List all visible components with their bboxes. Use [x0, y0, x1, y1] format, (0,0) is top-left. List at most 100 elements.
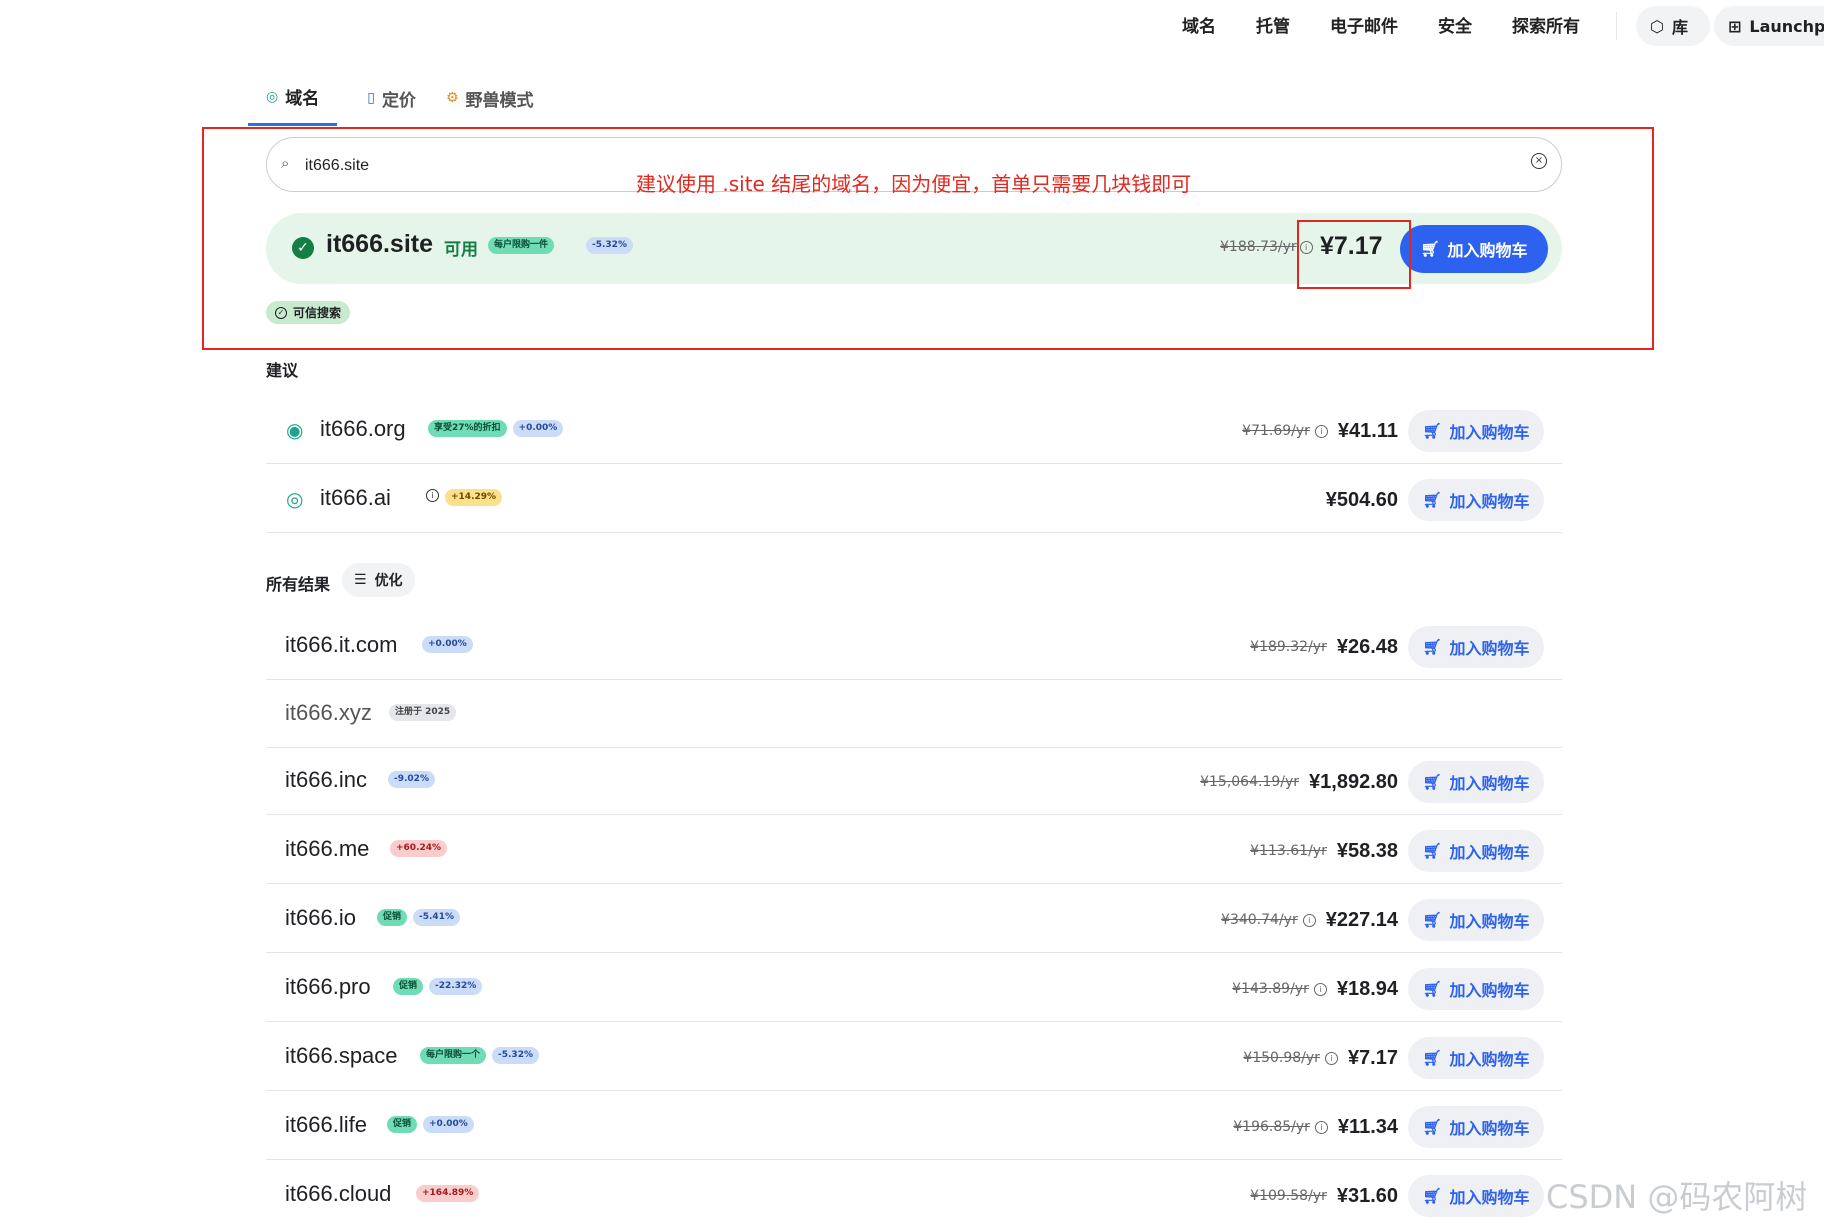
add-to-cart-button[interactable]: 🛒︎ 加入购物车	[1408, 830, 1544, 872]
cart-icon: 🛒︎	[1422, 1049, 1442, 1067]
list-item[interactable]: ◎ it666.ai i +14.29% ¥504.60 🛒︎ 加入购物车	[266, 465, 1562, 533]
list-item[interactable]: it666.life 促销 +0.00% ¥196.85/yr i ¥11.34 …	[266, 1092, 1562, 1160]
domain-name: it666.pro	[285, 974, 371, 999]
search-tabs: ◎ 域名 ▯ 定价 ⚙ 野兽模式	[248, 84, 534, 126]
add-to-cart-button[interactable]: 🛒︎ 加入购物车	[1408, 1106, 1544, 1148]
list-item[interactable]: it666.space 每户限购一个 -5.32% ¥150.98/yr i ¥7…	[266, 1023, 1562, 1091]
list-item[interactable]: it666.pro 促销 -22.32% ¥143.89/yr i ¥18.94 …	[266, 954, 1562, 1022]
price-group: ¥109.58/yr ¥31.60 🛒︎ 加入购物车	[1250, 1175, 1544, 1217]
info-icon[interactable]: i	[1313, 983, 1327, 996]
cart-icon: 🛒︎	[1422, 1187, 1442, 1205]
list-item[interactable]: ◉ it666.org 享受27%的折扣 +0.00% ¥71.69/yr i ¥…	[266, 396, 1562, 464]
badge-group: 注册于 2025	[389, 704, 457, 721]
cart-icon: 🛒︎	[1422, 1118, 1442, 1136]
change-badge: +0.00%	[423, 1116, 474, 1133]
badge-group: +60.24%	[390, 840, 448, 857]
list-item[interactable]: it666.xyz 注册于 2025	[266, 680, 1562, 748]
tab-domains[interactable]: ◎ 域名	[248, 84, 338, 126]
list-item[interactable]: it666.inc -9.02% ¥15,064.19/yr ¥1,892.80…	[266, 747, 1562, 815]
change-badge: +164.89%	[416, 1185, 480, 1202]
limit-badge: 每户限购一个	[420, 1047, 487, 1064]
cart-icon: 🛒︎	[1422, 980, 1442, 998]
nav-links: 域名 托管 电子邮件 安全 探索所有	[1182, 12, 1580, 37]
add-to-cart-button[interactable]: 🛒︎ 加入购物车	[1408, 968, 1544, 1010]
promo-badge: 促销	[387, 1116, 418, 1133]
add-to-cart-label: 加入购物车	[1449, 843, 1530, 862]
info-icon[interactable]: i	[1324, 1052, 1338, 1065]
info-icon[interactable]: i	[1302, 914, 1316, 927]
badge-group: 每户限购一个 -5.32%	[420, 1047, 539, 1064]
badge-group: -9.02%	[388, 771, 435, 788]
price: ¥41.11	[1337, 419, 1398, 442]
info-icon[interactable]: i	[426, 489, 439, 502]
launchpad-button[interactable]: ⊞ Launchpa	[1714, 6, 1824, 46]
add-to-cart-button[interactable]: 🛒︎ 加入购物车	[1408, 1175, 1544, 1217]
nav-link-email[interactable]: 电子邮件	[1330, 12, 1398, 37]
add-to-cart-button[interactable]: 🛒︎ 加入购物车	[1408, 761, 1544, 803]
nav-link-hosting[interactable]: 托管	[1256, 12, 1290, 37]
badge-group: 促销 +0.00%	[387, 1116, 474, 1133]
info-icon[interactable]: i	[1314, 425, 1328, 438]
price: ¥26.48	[1336, 635, 1398, 658]
domain-icon: ◎	[286, 487, 304, 511]
add-to-cart-button[interactable]: 🛒︎ 加入购物车	[1408, 479, 1544, 521]
discount-badge: 享受27%的折扣	[428, 420, 507, 437]
price-group: ¥143.89/yr i ¥18.94 🛒︎ 加入购物车	[1232, 968, 1544, 1010]
nav-link-domains[interactable]: 域名	[1182, 12, 1216, 37]
price: ¥18.94	[1336, 977, 1398, 1000]
tab-label: 定价	[381, 90, 416, 111]
library-button[interactable]: ⬡ 库	[1636, 6, 1710, 46]
domain-name: it666.org	[320, 416, 406, 441]
info-icon[interactable]: i	[1314, 1121, 1328, 1134]
badge-group: i +14.29%	[416, 489, 503, 506]
price-group: ¥504.60 🛒︎ 加入购物车	[1326, 479, 1544, 521]
badge-group: +0.00%	[422, 636, 473, 653]
change-badge: -9.02%	[388, 771, 435, 788]
list-item[interactable]: it666.it.com +0.00% ¥189.32/yr ¥26.48 🛒︎…	[266, 612, 1562, 680]
original-price: ¥143.89/yr i	[1232, 981, 1327, 997]
add-to-cart-label: 加入购物车	[1449, 639, 1530, 658]
original-price: ¥189.32/yr	[1250, 639, 1327, 655]
refine-label: 优化	[374, 573, 403, 589]
add-to-cart-button[interactable]: 🛒︎ 加入购物车	[1408, 626, 1544, 668]
domain-name: it666.cloud	[285, 1181, 392, 1206]
cart-icon: 🛒︎	[1422, 422, 1442, 440]
add-to-cart-button[interactable]: 🛒︎ 加入购物车	[1408, 1037, 1544, 1079]
domain-name: it666.xyz	[285, 700, 372, 725]
price-group: ¥340.74/yr i ¥227.14 🛒︎ 加入购物车	[1221, 899, 1544, 941]
price: ¥504.60	[1325, 488, 1398, 511]
change-badge: -22.32%	[429, 978, 483, 995]
nav-link-security[interactable]: 安全	[1438, 12, 1472, 37]
domain-name: it666.it.com	[285, 632, 398, 657]
library-label: 库	[1671, 18, 1688, 37]
change-badge: +0.00%	[422, 636, 473, 653]
original-price: ¥15,064.19/yr	[1200, 774, 1300, 790]
add-to-cart-button[interactable]: 🛒︎ 加入购物车	[1408, 410, 1544, 452]
sliders-icon: ☰	[354, 572, 367, 588]
tab-label: 域名	[285, 89, 320, 109]
tab-pricing[interactable]: ▯ 定价	[367, 84, 416, 126]
nav-link-explore[interactable]: 探索所有	[1512, 12, 1580, 37]
list-item[interactable]: it666.me +60.24% ¥113.61/yr ¥58.38 🛒︎ 加入购…	[266, 816, 1562, 884]
add-to-cart-label: 加入购物车	[1449, 1050, 1530, 1069]
change-badge: -5.41%	[413, 909, 460, 926]
nav-divider	[1616, 12, 1617, 40]
domain-icon: ◎	[266, 88, 279, 105]
list-item[interactable]: it666.io 促销 -5.41% ¥340.74/yr i ¥227.14 🛒…	[266, 885, 1562, 953]
price-group: ¥189.32/yr ¥26.48 🛒︎ 加入购物车	[1250, 626, 1544, 668]
tab-beast-mode[interactable]: ⚙ 野兽模式	[446, 84, 534, 126]
price-group: ¥150.98/yr i ¥7.17 🛒︎ 加入购物车	[1243, 1037, 1544, 1079]
price: ¥31.60	[1336, 1184, 1398, 1207]
original-price: ¥71.69/yr i	[1242, 423, 1328, 439]
registered-badge: 注册于 2025	[389, 704, 457, 721]
list-item[interactable]: it666.cloud +164.89% ¥109.58/yr ¥31.60 🛒…	[266, 1161, 1562, 1229]
add-to-cart-button[interactable]: 🛒︎ 加入购物车	[1408, 899, 1544, 941]
promo-badge: 促销	[377, 909, 408, 926]
price: ¥227.14	[1325, 908, 1398, 931]
change-badge: -5.32%	[492, 1047, 539, 1064]
refine-button[interactable]: ☰ 优化	[342, 563, 415, 597]
price-group: ¥71.69/yr i ¥41.11 🛒︎ 加入购物车	[1242, 410, 1544, 452]
original-price: ¥196.85/yr i	[1233, 1119, 1328, 1135]
domain-name: it666.io	[285, 905, 356, 930]
price-highlight-box	[1297, 220, 1411, 289]
